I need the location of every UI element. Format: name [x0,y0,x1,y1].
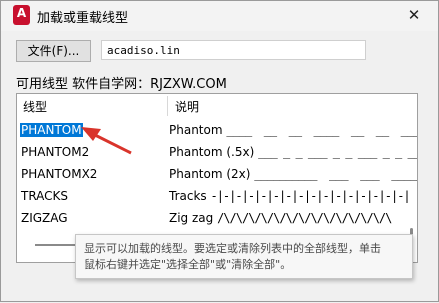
tooltip-line-2: 鼠标右键并选定"选择全部"或"清除全部"。 [84,258,292,271]
help-tooltip: 显示可以加载的线型。要选定或清除列表中的全部线型，单击 鼠标右键并选定"选择全部… [75,234,413,279]
tooltip-line-1: 显示可以加载的线型。要选定或清除列表中的全部线型，单击 [84,242,381,255]
load-linetypes-dialog: A 加载或重载线型 ✕ 文件(F)... acadiso.lin 可用线型 软件… [0,0,439,302]
